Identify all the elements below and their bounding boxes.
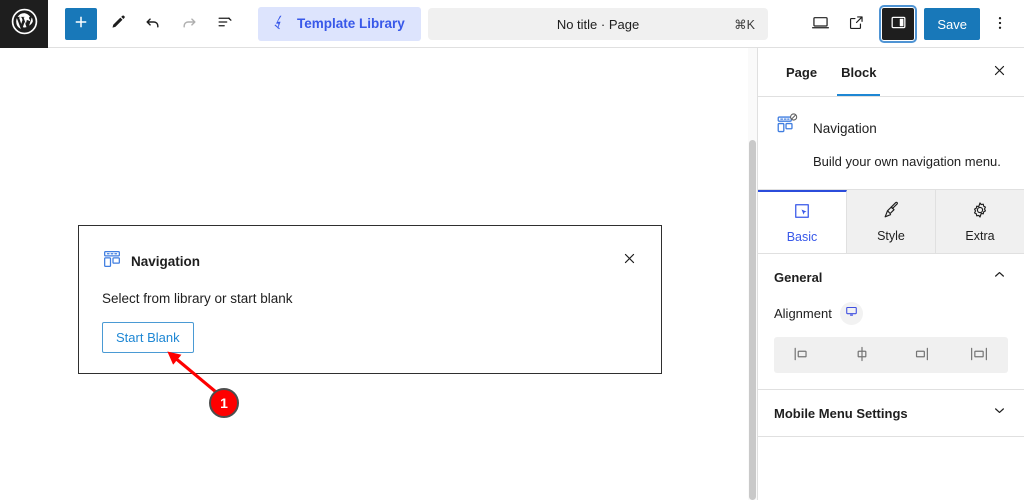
section-general: General Alignment xyxy=(758,254,1024,391)
sidebar-subtab-bar: Basic Style Extra xyxy=(758,190,1024,255)
desktop-responsive-icon xyxy=(845,305,858,323)
save-button[interactable]: Save xyxy=(924,8,980,40)
toolbar-left-group: Template Library xyxy=(48,6,421,41)
command-bar-title: No title · Page xyxy=(556,16,640,32)
navigation-block-icon xyxy=(776,113,802,144)
template-library-logo-icon xyxy=(271,14,288,34)
desktop-icon xyxy=(810,12,831,36)
sidebar-block-info: Navigation Build your own navigation men… xyxy=(758,97,1024,191)
subtab-extra-label: Extra xyxy=(965,229,995,244)
more-vertical-icon xyxy=(991,14,1009,35)
view-device-button[interactable] xyxy=(804,8,836,40)
redo-button[interactable] xyxy=(173,8,205,40)
subtab-basic-label: Basic xyxy=(786,230,818,245)
paintbrush-icon xyxy=(881,200,901,223)
alignment-label: Alignment xyxy=(774,306,832,322)
start-blank-button[interactable]: Start Blank xyxy=(102,322,194,353)
close-icon xyxy=(992,63,1007,81)
navigation-block-icon xyxy=(102,249,122,274)
chevron-up-icon xyxy=(991,266,1008,288)
align-left-button[interactable] xyxy=(774,337,833,373)
navigation-block-title: Navigation xyxy=(131,254,201,269)
block-editor-screen: Template Library No title · Page ⌘K Save… xyxy=(0,0,1024,500)
close-icon xyxy=(622,251,637,269)
undo-arrow-icon xyxy=(143,12,163,35)
section-mobile-menu-settings-title: Mobile Menu Settings xyxy=(774,405,908,421)
subtab-style-label: Style xyxy=(877,229,905,244)
section-general-title: General xyxy=(774,269,823,285)
alignment-button-group xyxy=(774,337,1009,374)
sidebar-block-description: Build your own navigation menu. xyxy=(813,154,1001,169)
sidebar-block-title: Navigation xyxy=(813,121,877,136)
align-right-icon xyxy=(907,344,933,367)
settings-sidebar: Page Block Navigation Build your own nav… xyxy=(757,48,1024,500)
align-full-button[interactable] xyxy=(950,337,1009,373)
canvas-scrollbar-thumb[interactable] xyxy=(749,140,756,500)
navigation-block-close-button[interactable] xyxy=(618,249,640,271)
template-library-button[interactable]: Template Library xyxy=(258,6,421,41)
navigation-block-description: Select from library or start blank xyxy=(102,291,293,306)
sidebar-tab-bar: Page Block xyxy=(758,48,1024,97)
edit-tool-button[interactable] xyxy=(101,8,133,40)
command-bar[interactable]: No title · Page ⌘K xyxy=(428,8,768,40)
section-mobile-menu-settings: Mobile Menu Settings xyxy=(758,390,1024,438)
options-menu-button[interactable] xyxy=(984,8,1016,40)
align-full-icon xyxy=(966,344,992,367)
align-center-icon xyxy=(849,344,875,367)
sidebar-close-button[interactable] xyxy=(986,59,1012,85)
cursor-select-icon xyxy=(792,201,812,224)
tab-block[interactable]: Block xyxy=(829,48,888,96)
redo-arrow-icon xyxy=(179,12,199,35)
subtab-style[interactable]: Style xyxy=(847,190,936,254)
list-view-button[interactable] xyxy=(209,8,241,40)
editor-top-toolbar: Template Library No title · Page ⌘K Save xyxy=(0,0,1024,48)
sidebar-block-info-row: Navigation xyxy=(776,113,1008,144)
section-general-header[interactable]: General xyxy=(774,254,1008,300)
list-view-icon xyxy=(215,12,235,35)
align-left-icon xyxy=(790,344,816,367)
preview-external-button[interactable] xyxy=(840,8,872,40)
external-link-icon xyxy=(847,13,866,35)
editor-canvas: Navigation Select from library or start … xyxy=(0,48,757,500)
add-block-button[interactable] xyxy=(65,7,97,40)
settings-sidebar-toggle-button[interactable] xyxy=(879,5,918,43)
navigation-block-placeholder[interactable]: Navigation Select from library or start … xyxy=(78,225,662,374)
plus-icon xyxy=(72,13,90,34)
alignment-control-label-row: Alignment xyxy=(774,302,1008,326)
chevron-down-icon xyxy=(991,402,1008,424)
settings-sidebar-icon xyxy=(889,13,908,35)
wordpress-logo-icon xyxy=(11,8,38,40)
align-center-button[interactable] xyxy=(833,337,892,373)
tab-page[interactable]: Page xyxy=(774,48,829,96)
wordpress-logo-button[interactable] xyxy=(0,0,48,48)
gear-icon xyxy=(970,200,990,223)
subtab-basic[interactable]: Basic xyxy=(758,190,847,254)
navigation-block-header: Navigation xyxy=(79,226,661,274)
toolbar-right-group: Save xyxy=(804,0,1016,48)
template-library-label: Template Library xyxy=(297,16,405,31)
undo-button[interactable] xyxy=(137,8,169,40)
pencil-icon xyxy=(108,13,127,35)
desktop-responsive-icon-button[interactable] xyxy=(839,302,863,326)
subtab-extra[interactable]: Extra xyxy=(936,190,1024,254)
section-mobile-menu-settings-header[interactable]: Mobile Menu Settings xyxy=(774,390,1008,436)
command-bar-shortcut: ⌘K xyxy=(734,17,755,32)
align-right-button[interactable] xyxy=(891,337,950,373)
